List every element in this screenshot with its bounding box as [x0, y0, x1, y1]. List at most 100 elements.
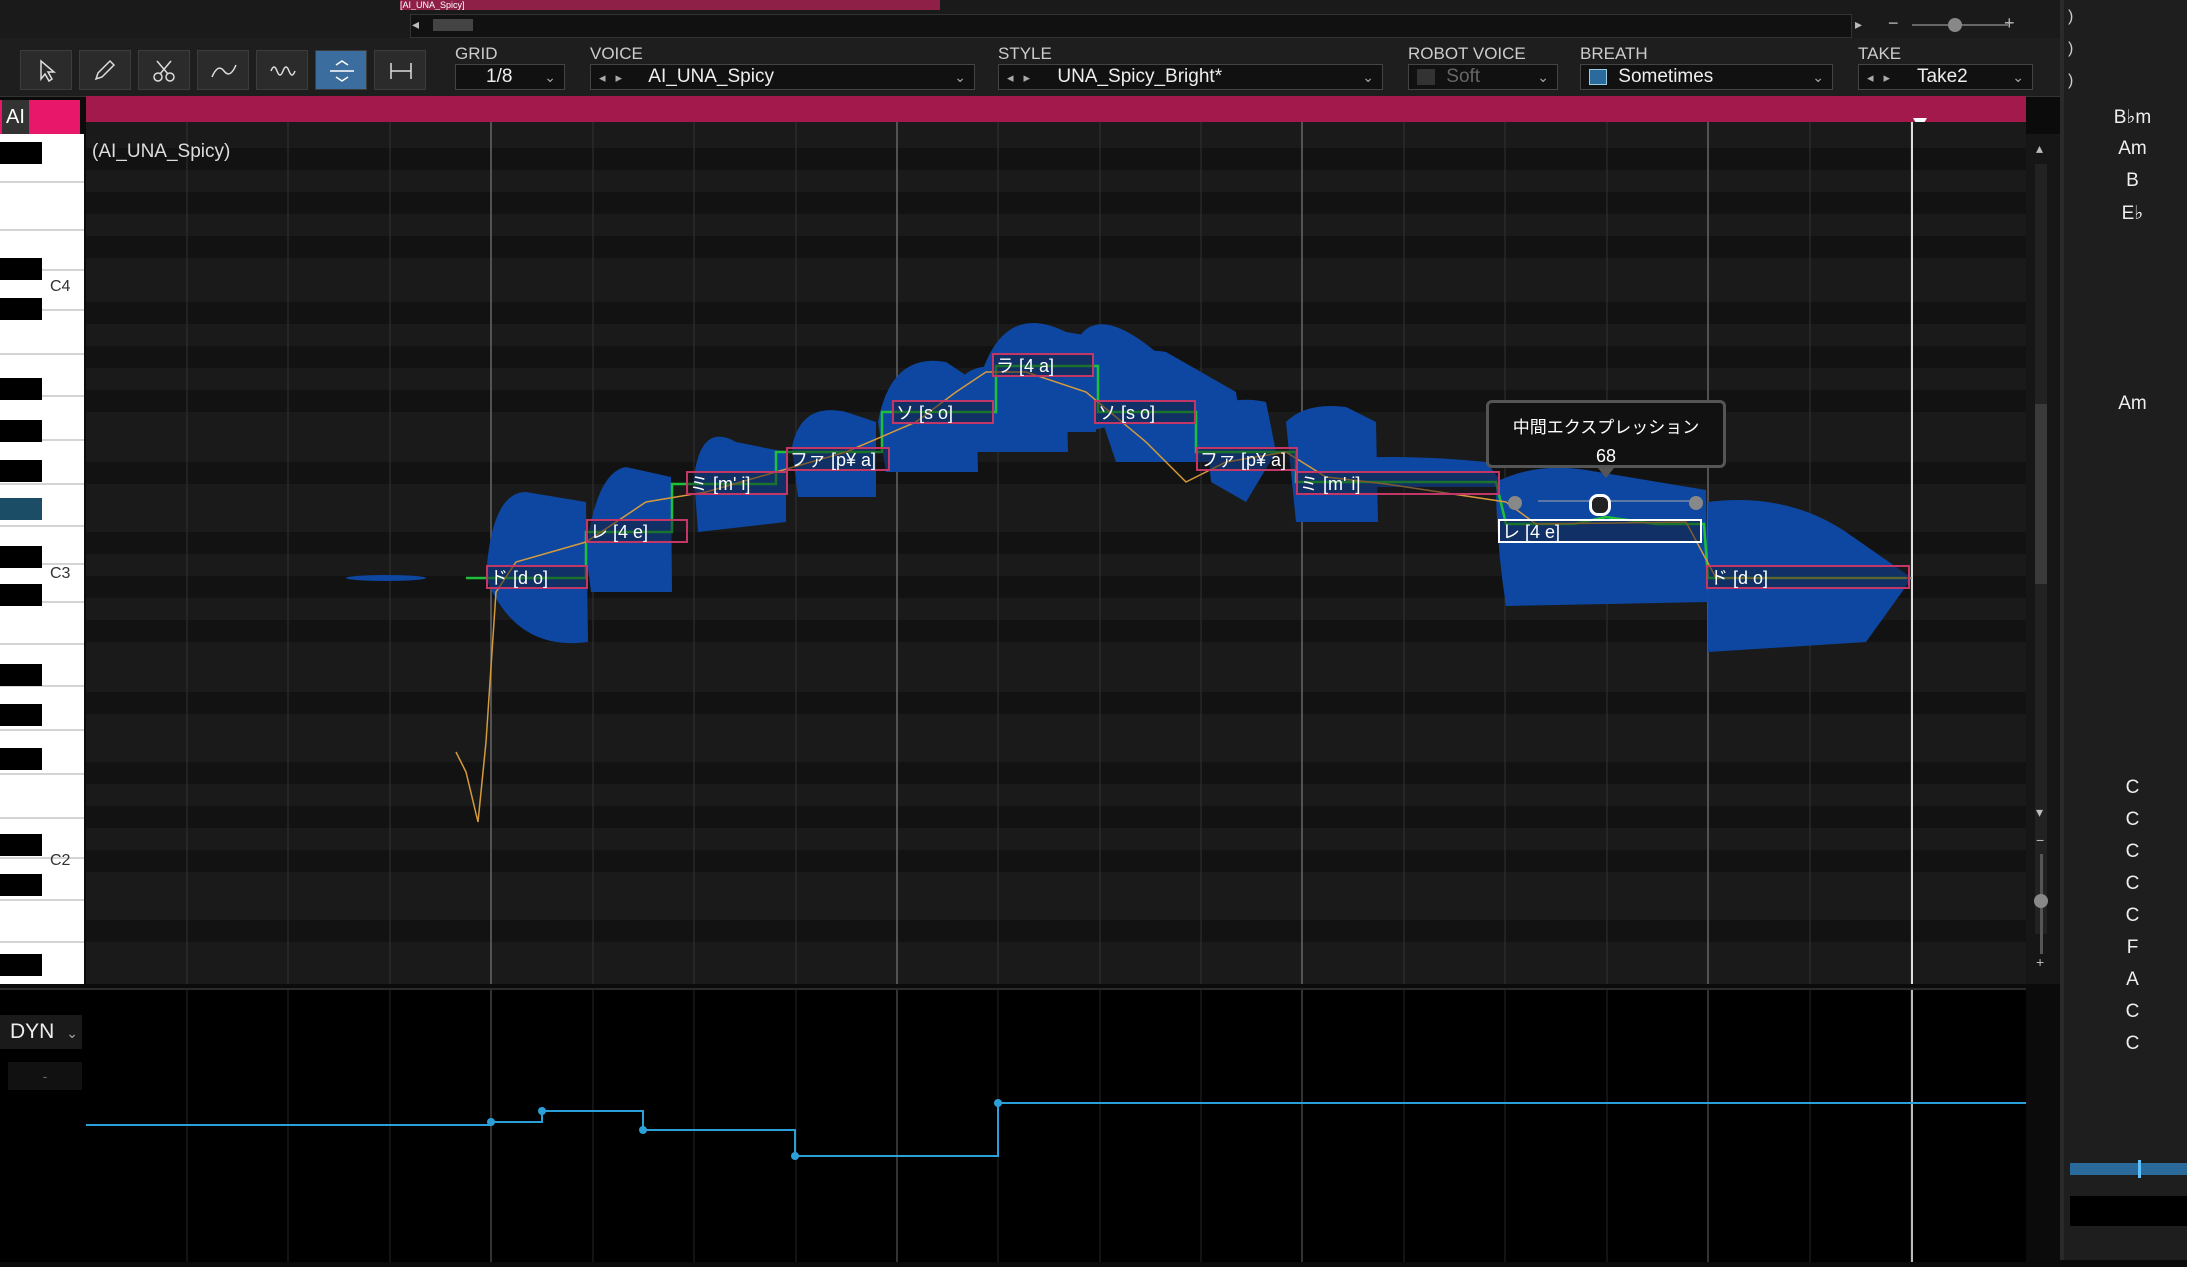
- chord-label[interactable]: C: [2078, 809, 2187, 831]
- vibrato-tool-button[interactable]: [256, 50, 308, 90]
- robot-voice-label: ROBOT VOICE: [1408, 44, 1526, 63]
- parameter-pane[interactable]: [0, 988, 2026, 1262]
- chord-label[interactable]: F: [2078, 937, 2187, 959]
- parameter-value-field[interactable]: -: [8, 1062, 82, 1090]
- breath-label: BREATH: [1580, 44, 1648, 63]
- pencil-tool-button[interactable]: [79, 50, 131, 90]
- timeline-ruler[interactable]: [86, 96, 2026, 122]
- sidebar-level-marker[interactable]: [2138, 1160, 2141, 1178]
- expression-mid-handle[interactable]: [1589, 494, 1611, 516]
- voice-select[interactable]: ◂▸ AI_UNA_Spicy ⌄: [590, 64, 975, 90]
- note-re-selected[interactable]: レ [4 e]: [1498, 519, 1702, 543]
- vscroll-thumb[interactable]: [2035, 404, 2047, 584]
- tooltip-value: 68: [1595, 446, 1617, 466]
- note-do[interactable]: ド [d o]: [1706, 565, 1910, 589]
- expression-end-handle[interactable]: [1689, 496, 1703, 510]
- zoom-out-icon[interactable]: −: [1888, 13, 1899, 34]
- piano-keyboard[interactable]: [0, 134, 84, 984]
- piano-keys[interactable]: [0, 134, 84, 984]
- chevron-down-icon: ⌄: [1362, 69, 1374, 85]
- vibrato-icon: [270, 66, 296, 76]
- take-value: Take2: [1917, 66, 1968, 87]
- chevron-down-icon: ⌄: [544, 69, 556, 85]
- expression-tooltip: 中間エクスプレッション 68: [1486, 400, 1726, 468]
- note-so[interactable]: ソ [s o]: [892, 400, 994, 424]
- voice-label: VOICE: [590, 44, 643, 63]
- zoom-in-icon[interactable]: +: [2004, 13, 2015, 34]
- chevron-down-icon: ⌄: [1537, 69, 1549, 85]
- chevron-down-icon: ⌄: [954, 69, 966, 85]
- chord-label[interactable]: C: [2078, 777, 2187, 799]
- select-tool-button[interactable]: [20, 50, 72, 90]
- dynamics-graph[interactable]: [0, 990, 2026, 1262]
- note-do[interactable]: ド [d o]: [486, 565, 588, 589]
- chord-label[interactable]: Am: [2078, 393, 2187, 415]
- piano-roll-canvas[interactable]: [86, 122, 2026, 984]
- note-so[interactable]: ソ [s o]: [1094, 400, 1196, 424]
- style-select[interactable]: ◂▸ UNA_Spicy_Bright* ⌄: [998, 64, 1383, 90]
- track-label: (AI_UNA_Spicy): [92, 141, 231, 162]
- piano-roll-grid[interactable]: [86, 122, 2026, 984]
- timing-icon: [390, 63, 412, 79]
- scroll-left-icon[interactable]: ◂: [412, 16, 419, 33]
- sidebar-icon[interactable]: ): [2068, 72, 2073, 90]
- pencil-icon: [94, 59, 116, 81]
- chord-label[interactable]: C: [2078, 1001, 2187, 1023]
- take-label: TAKE: [1858, 44, 1902, 63]
- note-fa[interactable]: ファ [p¥ a]: [786, 447, 890, 471]
- scroll-thumb[interactable]: [433, 19, 473, 31]
- note-fa[interactable]: ファ [p¥ a]: [1196, 447, 1298, 471]
- chord-label[interactable]: C: [2078, 841, 2187, 863]
- chord-label[interactable]: B: [2078, 170, 2187, 192]
- ai-badge-label: AI: [2, 100, 29, 134]
- robot-voice-checkbox[interactable]: [1417, 68, 1435, 85]
- vertical-scrollbar[interactable]: ▴ ▾ − +: [2026, 134, 2060, 984]
- vzoom-in-icon[interactable]: +: [2036, 954, 2044, 970]
- chevron-down-icon: ⌄: [2012, 69, 2024, 85]
- scroll-down-icon[interactable]: ▾: [2036, 804, 2043, 821]
- robot-voice-select[interactable]: Soft ⌄: [1408, 64, 1558, 90]
- note-mi[interactable]: ミ [m' i]: [1296, 471, 1500, 495]
- top-track-name[interactable]: [AI_UNA_Spicy]: [400, 0, 940, 10]
- sidebar-level-bar[interactable]: [2070, 1163, 2187, 1175]
- note-mi[interactable]: ミ [m' i]: [686, 471, 788, 495]
- prev-next-icons[interactable]: ◂▸: [1007, 70, 1040, 85]
- prev-next-icons[interactable]: ◂▸: [1867, 70, 1900, 85]
- horizontal-scrollbar[interactable]: [410, 14, 1852, 38]
- grid-select[interactable]: 1/8 ⌄: [455, 64, 565, 90]
- vzoom-out-icon[interactable]: −: [2036, 832, 2044, 848]
- sidebar-icon[interactable]: ): [2068, 40, 2073, 58]
- sidebar-field[interactable]: [2070, 1196, 2187, 1226]
- vzoom-handle[interactable]: [2034, 894, 2048, 908]
- piano-label-c2: C2: [50, 852, 71, 869]
- breath-checkbox[interactable]: [1589, 68, 1607, 85]
- sidebar-icon[interactable]: ): [2068, 8, 2073, 26]
- take-select[interactable]: ◂▸ Take2 ⌄: [1858, 64, 2033, 90]
- prev-next-icons[interactable]: ◂▸: [599, 70, 632, 85]
- chord-label[interactable]: C: [2078, 905, 2187, 927]
- ai-track-badge[interactable]: AI: [0, 100, 80, 134]
- expression-tool-button[interactable]: [315, 50, 367, 90]
- chord-label[interactable]: C: [2078, 1033, 2187, 1055]
- pitch-tool-button[interactable]: [197, 50, 249, 90]
- piano-label-c3: C3: [50, 565, 71, 582]
- timing-tool-button[interactable]: [374, 50, 426, 90]
- scroll-right-icon[interactable]: ▸: [1855, 16, 1862, 33]
- style-label: STYLE: [998, 44, 1052, 63]
- expression-start-handle[interactable]: [1508, 496, 1522, 510]
- scroll-up-icon[interactable]: ▴: [2036, 140, 2043, 157]
- chord-label[interactable]: C: [2078, 873, 2187, 895]
- chevron-down-icon: ⌄: [1812, 69, 1824, 85]
- chord-label[interactable]: E♭: [2078, 202, 2187, 225]
- note-re[interactable]: レ [4 e]: [586, 519, 688, 543]
- breath-value: Sometimes: [1618, 66, 1714, 87]
- scissors-tool-button[interactable]: [138, 50, 190, 90]
- breath-select[interactable]: Sometimes ⌄: [1580, 64, 1833, 90]
- voice-value: AI_UNA_Spicy: [648, 66, 774, 87]
- parameter-select[interactable]: DYN ⌄: [0, 1015, 82, 1049]
- note-ra[interactable]: ラ [4 a]: [992, 353, 1094, 377]
- chord-label[interactable]: Am: [2078, 138, 2187, 160]
- chord-label[interactable]: B♭m: [2078, 106, 2187, 129]
- zoom-slider-handle[interactable]: [1948, 18, 1962, 32]
- chord-label[interactable]: A: [2078, 969, 2187, 991]
